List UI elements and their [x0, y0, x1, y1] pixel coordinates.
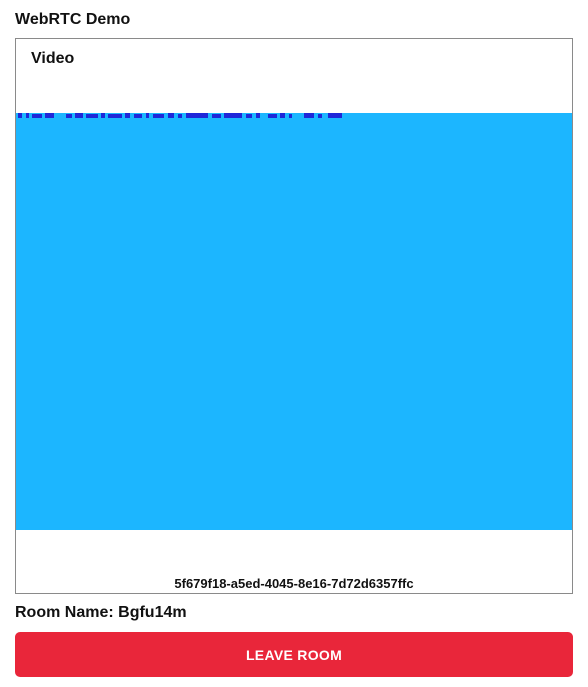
video-heading: Video: [31, 50, 75, 67]
video-stream[interactable]: [16, 113, 572, 530]
room-name-label: Room Name:: [15, 604, 114, 621]
room-name-row: Room Name: Bgfu14m: [15, 603, 187, 623]
video-glitch-artifact: [18, 113, 342, 118]
app-title: WebRTC Demo: [15, 11, 131, 28]
video-footer: 5f679f18-a5ed-4045-8e16-7d72d6357ffc: [16, 530, 572, 593]
video-panel: Video 5f679f18-a5ed-4045-8e16-7d72d6357f…: [15, 38, 573, 594]
leave-room-button[interactable]: LEAVE ROOM: [15, 632, 573, 677]
stream-id-label: 5f679f18-a5ed-4045-8e16-7d72d6357ffc: [174, 576, 414, 591]
room-name-value: Bgfu14m: [118, 604, 187, 621]
